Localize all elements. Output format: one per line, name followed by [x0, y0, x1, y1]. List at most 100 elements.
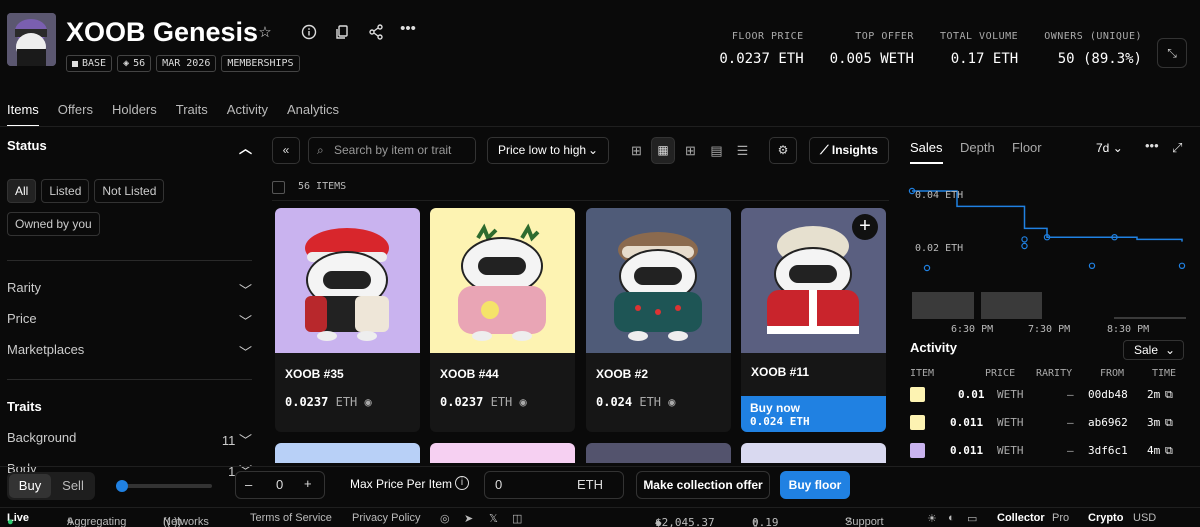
info-icon[interactable]	[300, 24, 318, 42]
instagram-icon[interactable]: ◫	[512, 512, 522, 525]
tab-floor[interactable]: Floor	[1012, 140, 1042, 155]
activity-filter-dropdown[interactable]: Sale ⌄	[1123, 340, 1184, 360]
discord-icon[interactable]: ◎	[440, 512, 450, 525]
activity-title: Activity	[910, 340, 957, 355]
monitor-icon[interactable]: ▭	[967, 512, 977, 525]
tab-holders[interactable]: Holders	[112, 102, 157, 127]
collection-tabs: Items Offers Holders Traits Activity Ana…	[7, 102, 358, 127]
moon-icon[interactable]: ◐	[948, 512, 955, 524]
collector-mode[interactable]: Collector	[997, 512, 1045, 524]
share-icon[interactable]	[367, 24, 385, 42]
activity-row[interactable]: 0.01 WETH – 00db48 2m ⧉	[910, 386, 1190, 406]
tab-depth[interactable]: Depth	[960, 140, 995, 155]
sale-point[interactable]	[1021, 242, 1028, 250]
star-icon[interactable]: ☆	[256, 24, 274, 42]
tab-traits[interactable]: Traits	[176, 102, 208, 127]
sale-point[interactable]	[1088, 262, 1096, 270]
nft-price: 0.024 ETH ◉	[596, 395, 676, 409]
tab-analytics[interactable]: Analytics	[287, 102, 339, 127]
plus-icon[interactable]: +	[304, 476, 312, 491]
sun-icon[interactable]: ☀	[927, 512, 937, 525]
nft-card-partial[interactable]	[586, 443, 731, 463]
live-indicator: ● Live	[7, 512, 30, 527]
buy-floor-button[interactable]: Buy floor	[780, 471, 850, 499]
slider-handle[interactable]	[116, 480, 128, 492]
minus-icon[interactable]: –	[245, 477, 252, 492]
grid-large-icon[interactable]: ⊞	[629, 143, 644, 158]
tab-sales[interactable]: Sales	[910, 140, 943, 164]
trait-background[interactable]: Background 11 ﹀	[7, 430, 252, 449]
grid-small-icon[interactable]: ⊞	[683, 143, 698, 158]
tab-items[interactable]: Items	[7, 102, 39, 127]
nft-price: 0.0237 ETH ◉	[440, 395, 527, 409]
nft-card[interactable]: XOOB #2 0.024 ETH ◉	[586, 208, 731, 432]
more-icon[interactable]: •••	[1145, 138, 1159, 153]
stat-total-volume: TOTAL VOLUME 0.17 ETH	[939, 31, 1019, 67]
stat-top-offer: TOP OFFER 0.005 WETH	[829, 31, 914, 67]
sale-point[interactable]	[923, 264, 931, 272]
table-icon[interactable]: ☰	[735, 143, 750, 158]
make-collection-offer-button[interactable]: Make collection offer	[636, 471, 770, 499]
chevron-down-icon: ﹀	[238, 345, 252, 360]
max-price-input[interactable]: 0 ETH	[484, 471, 624, 499]
privacy-link[interactable]: Privacy Policy	[352, 512, 420, 524]
sort-dropdown[interactable]: Price low to high ⌄	[487, 137, 609, 164]
list-icon[interactable]: ▤	[709, 143, 724, 158]
sale-point[interactable]	[1021, 236, 1028, 243]
external-link-icon[interactable]: ⧉	[1165, 444, 1173, 458]
collapse-sidebar-button[interactable]: «	[272, 137, 300, 164]
status-not-listed-pill[interactable]: Not Listed	[94, 179, 165, 203]
bottom-action-bar: Buy Sell – 0 + Max Price Per Item i 0 ET…	[0, 466, 1200, 504]
nft-card[interactable]: XOOB #35 0.0237 ETH ◉	[275, 208, 420, 432]
filter-rarity[interactable]: Rarity ﹀	[7, 280, 252, 299]
info-icon[interactable]: i	[455, 476, 469, 490]
select-all-checkbox[interactable]	[272, 181, 285, 194]
copy-icon[interactable]	[333, 24, 351, 42]
settings-gear-icon[interactable]: ⚙	[769, 137, 797, 164]
sell-toggle[interactable]: Sell	[53, 474, 93, 498]
period-dropdown[interactable]: 7d ⌄	[1096, 141, 1123, 155]
telegram-icon[interactable]: ➤	[464, 512, 473, 525]
x-icon[interactable]: 𝕏	[489, 512, 498, 525]
status-listed-pill[interactable]: Listed	[41, 179, 90, 203]
x-tick-label: 8:30 PM	[1107, 324, 1150, 335]
buy-toggle[interactable]: Buy	[9, 474, 51, 498]
activity-row[interactable]: 0.011 WETH – 3df6c1 4m ⧉	[910, 442, 1190, 462]
filter-marketplaces[interactable]: Marketplaces ﹀	[7, 342, 252, 361]
status-all-pill[interactable]: All	[7, 179, 37, 203]
x-tick-label: 6:30 PM	[951, 324, 994, 335]
owned-by-you-pill[interactable]: Owned by you	[7, 212, 100, 236]
tab-offers[interactable]: Offers	[58, 102, 93, 127]
insights-button[interactable]: ⟋ Insights	[809, 137, 889, 164]
crypto-currency-toggle[interactable]: Crypto	[1088, 512, 1123, 524]
grid-medium-icon[interactable]: ▦	[651, 137, 675, 164]
pro-mode[interactable]: Pro	[1052, 512, 1069, 524]
filter-price[interactable]: Price ﹀	[7, 311, 252, 330]
nft-name: XOOB #2	[596, 367, 649, 381]
expand-icon[interactable]: ⤢	[1172, 140, 1182, 156]
nft-card-partial[interactable]	[275, 443, 420, 463]
tab-activity[interactable]: Activity	[227, 102, 268, 127]
sweep-slider[interactable]	[116, 480, 212, 492]
usd-currency-toggle[interactable]: USD	[1133, 512, 1156, 524]
add-to-cart-icon[interactable]: +	[852, 214, 878, 240]
nft-card[interactable]: + XOOB #11 Buy now 0.024 ETH	[741, 208, 886, 432]
eth-icon: ◉	[519, 395, 527, 409]
status-pills: All Listed Not Listed	[7, 179, 252, 203]
sale-point[interactable]	[1178, 262, 1186, 270]
nft-card[interactable]: XOOB #44 0.0237 ETH ◉	[430, 208, 575, 432]
collapse-header-button[interactable]: ⤡	[1157, 38, 1187, 68]
external-link-icon[interactable]: ⧉	[1165, 416, 1173, 430]
category-badge: MEMBERSHIPS	[221, 55, 300, 72]
status-section-header[interactable]: Status ︿	[7, 138, 252, 157]
quantity-stepper[interactable]: – 0 +	[235, 471, 325, 499]
more-icon[interactable]: •••	[399, 20, 417, 38]
external-link-icon[interactable]: ⧉	[1165, 388, 1173, 402]
terms-link[interactable]: Terms of Service	[250, 512, 332, 524]
activity-row[interactable]: 0.011 WETH – ab6962 3m ⧉	[910, 414, 1190, 434]
nft-card-partial[interactable]	[741, 443, 886, 463]
buy-now-button[interactable]: Buy now 0.024 ETH	[741, 396, 886, 432]
nft-card-partial[interactable]	[430, 443, 575, 463]
item-thumbnail	[910, 415, 925, 430]
search-input[interactable]: ⌕ Search by item or trait	[308, 137, 476, 164]
